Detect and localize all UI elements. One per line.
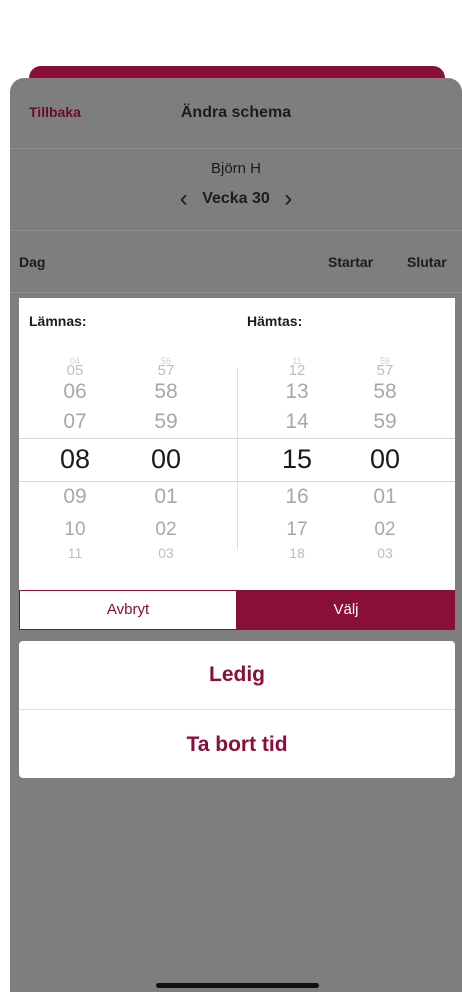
wheel-item: 12: [288, 362, 306, 379]
wheel-item: 10: [64, 519, 86, 540]
drop-off-label: Lämnas:: [29, 313, 87, 329]
home-indicator[interactable]: [156, 983, 319, 988]
wheel-item: 05: [66, 362, 84, 379]
column-header-day: Dag: [19, 254, 46, 270]
week-label: Vecka 30: [202, 189, 270, 207]
choose-button[interactable]: Välj: [237, 590, 455, 630]
wheel-item: 58: [154, 380, 178, 403]
wheel-item: 11: [67, 545, 83, 558]
wheel-item: 09: [63, 485, 87, 508]
wheel-item: 13: [285, 380, 309, 403]
wheel-item: 57: [157, 362, 175, 379]
chevron-right-icon[interactable]: ›: [274, 185, 302, 213]
wheel-item: 14: [285, 410, 309, 433]
divider: [10, 292, 462, 293]
wheel-item: 59: [154, 410, 178, 433]
wheel-item: 57: [376, 362, 394, 379]
wheel-item: 58: [373, 380, 397, 403]
wheel-item: 59: [373, 410, 397, 433]
wheel-item: 07: [63, 410, 87, 433]
person-name: Björn H: [210, 160, 262, 177]
divider: [19, 709, 455, 710]
wheel-item: 02: [155, 519, 177, 540]
wheel-item: 16: [285, 485, 309, 508]
wheel-item: 01: [373, 485, 397, 508]
action-card: Ledig Ta bort tid: [19, 641, 455, 778]
wheel-item: 06: [63, 380, 87, 403]
wheel-item: 17: [286, 519, 308, 540]
sheet-header: Tillbaka Ändra schema: [10, 78, 462, 149]
selected-drop-hour: 08: [59, 444, 91, 474]
page-title: Ändra schema: [180, 104, 292, 121]
picker-button-row: Avbryt Välj: [19, 590, 455, 630]
selected-pickup-minute: 00: [369, 444, 401, 474]
divider: [10, 230, 462, 231]
selected-drop-minute: 00: [150, 444, 182, 474]
column-header-starts: Startar: [328, 254, 374, 270]
wheel-item: 01: [154, 485, 178, 508]
cancel-button[interactable]: Avbryt: [19, 590, 237, 630]
chevron-left-icon[interactable]: ‹: [170, 185, 198, 213]
selected-pickup-hour: 15: [281, 444, 313, 474]
wheel-item: 03: [377, 545, 393, 558]
wheel-item: 02: [374, 519, 396, 540]
time-picker: Lämnas: Hämtas: 04 05 06 07 08 09 10 11 …: [19, 298, 455, 630]
pickup-label: Hämtas:: [247, 313, 303, 329]
week-navigator: ‹ Vecka 30 ›: [10, 185, 462, 213]
remove-time-button[interactable]: Ta bort tid: [19, 733, 455, 757]
column-header-ends: Slutar: [407, 254, 447, 270]
wheel-item: 18: [289, 545, 305, 558]
wheel-separator: [237, 368, 238, 550]
wheel-item: 03: [158, 545, 174, 558]
mark-free-button[interactable]: Ledig: [19, 663, 455, 687]
